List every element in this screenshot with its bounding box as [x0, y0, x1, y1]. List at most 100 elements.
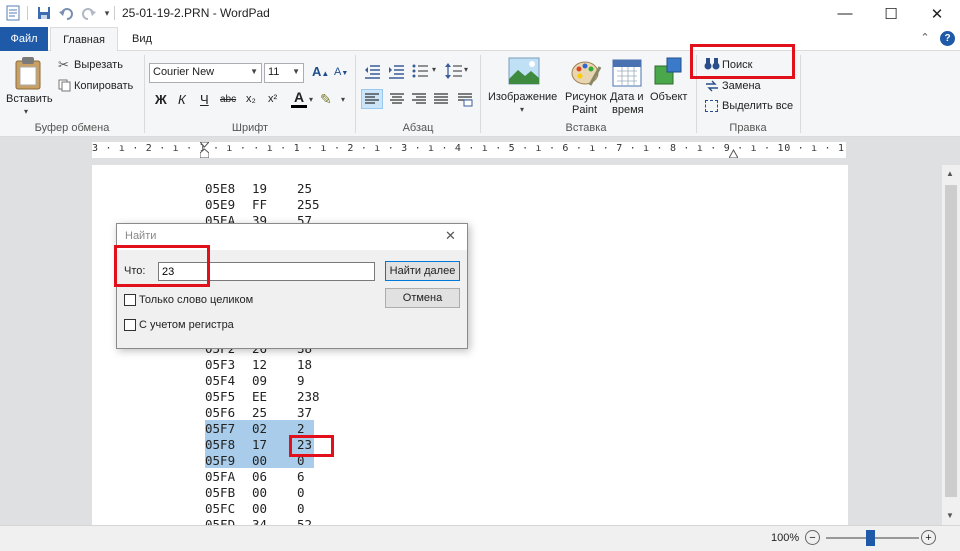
group-separator	[800, 55, 801, 133]
left-indent-marker[interactable]	[199, 142, 210, 158]
redo-icon[interactable]	[79, 5, 97, 21]
cell-addr: 05FA	[205, 469, 236, 484]
cell-dec: 255	[297, 197, 320, 212]
title-bar: ▾ 25-01-19-2.PRN - WordPad — ☐ ✕	[0, 0, 960, 27]
text-line: 05F3 12 18	[92, 357, 848, 373]
object-button[interactable]: Объект	[650, 91, 687, 103]
paragraph-settings-icon[interactable]	[455, 90, 475, 111]
find-next-button[interactable]: Найти далее	[385, 261, 460, 281]
datetime-button-line1[interactable]: Дата и	[610, 91, 644, 103]
highlight-color-icon[interactable]: ✎	[320, 91, 332, 108]
match-case-checkbox[interactable]	[124, 319, 136, 331]
ribbon: Вставить ▾ ✂ Вырезать Копировать Буфер о…	[0, 44, 960, 137]
cancel-button[interactable]: Отмена	[385, 288, 460, 308]
text-line: 05F7 02 2	[92, 421, 848, 437]
cell-dec: 37	[297, 405, 313, 420]
paste-button[interactable]: Вставить	[6, 93, 53, 105]
minimize-button[interactable]: —	[822, 0, 868, 27]
font-group-label: Шрифт	[231, 122, 269, 134]
decrease-indent-icon[interactable]	[364, 63, 382, 82]
text-line: 05FB 00 0	[92, 485, 848, 501]
underline-button[interactable]: Ч	[200, 92, 209, 107]
ruler[interactable]: 3 · ı · 2 · ı · 1 · ı · · ı · 1 · ı · 2 …	[92, 142, 846, 158]
superscript-button[interactable]: x²	[268, 93, 277, 105]
cell-addr: 05F6	[205, 405, 236, 420]
grow-font-icon[interactable]: A▲	[312, 64, 329, 79]
justify-button[interactable]	[431, 90, 451, 111]
image-icon[interactable]	[508, 57, 540, 88]
align-center-button[interactable]	[387, 90, 407, 111]
find-highlight-box	[690, 44, 795, 79]
clipboard-group-label: Буфер обмена	[34, 122, 110, 134]
replace-button[interactable]: Замена	[722, 80, 761, 92]
shrink-font-icon[interactable]: A▼	[334, 66, 348, 78]
paint-button-line2[interactable]: Paint	[572, 104, 597, 116]
maximize-button[interactable]: ☐	[868, 0, 914, 27]
tab-home[interactable]: Главная	[50, 27, 118, 52]
scroll-up-icon[interactable]: ▲	[946, 169, 954, 178]
strikethrough-button[interactable]: abc	[220, 94, 236, 105]
save-icon[interactable]	[35, 5, 53, 21]
paste-icon[interactable]	[12, 55, 44, 91]
chevron-down-icon[interactable]: ▾	[309, 95, 313, 104]
image-button[interactable]: Изображение	[488, 91, 557, 103]
text-color-icon[interactable]: A	[291, 90, 307, 108]
paragraph-group-label: Абзац	[402, 122, 434, 134]
cut-button[interactable]: Вырезать	[74, 59, 123, 71]
tab-view[interactable]: Вид	[122, 27, 162, 51]
close-button[interactable]: ✕	[914, 0, 960, 27]
cell-addr: 05F8	[205, 437, 236, 452]
align-left-button[interactable]	[361, 89, 383, 109]
cell-dec: 238	[297, 389, 320, 404]
datetime-button-line2[interactable]: время	[612, 104, 644, 116]
paint-drawing-icon[interactable]	[570, 57, 602, 90]
find-dialog-title: Найти	[125, 230, 157, 242]
scroll-down-icon[interactable]: ▼	[946, 511, 954, 520]
cell-addr: 05E8	[205, 181, 236, 196]
font-size-combo[interactable]: 11 ▼	[264, 63, 304, 83]
right-indent-marker[interactable]	[728, 148, 739, 158]
wordpad-app-icon[interactable]	[4, 5, 22, 21]
cell-dec: 52	[297, 517, 313, 525]
calendar-icon[interactable]	[612, 57, 642, 90]
collapse-ribbon-icon[interactable]: ⌃	[918, 31, 932, 45]
copy-button[interactable]: Копировать	[74, 80, 133, 92]
font-size-value: 11	[268, 66, 280, 78]
text-line: 05FC 00 0	[92, 501, 848, 517]
cell-addr: 05E9	[205, 197, 236, 212]
cell-hex: 25	[252, 405, 268, 420]
italic-button[interactable]: К	[178, 92, 186, 107]
chevron-down-icon[interactable]: ▾	[464, 65, 468, 74]
find-dialog-close-icon[interactable]: ✕	[445, 228, 456, 244]
object-icon[interactable]	[654, 57, 684, 90]
align-right-button[interactable]	[409, 90, 429, 111]
whole-word-checkbox[interactable]	[124, 294, 136, 306]
tab-file[interactable]: Файл	[0, 27, 48, 51]
title-divider	[27, 6, 28, 20]
line-spacing-icon[interactable]	[445, 63, 463, 82]
status-bar: 100% − +	[0, 525, 960, 551]
ribbon-tab-bar: Файл Главная Вид ⌃ ?	[0, 27, 960, 52]
cell-hex: 00	[252, 453, 268, 468]
font-family-combo[interactable]: Courier New ▼	[149, 63, 262, 83]
paint-button-line1[interactable]: Рисунок	[565, 91, 607, 103]
cell-addr: 05F9	[205, 453, 236, 468]
increase-indent-icon[interactable]	[388, 63, 406, 82]
chevron-down-icon[interactable]: ▾	[520, 105, 524, 114]
zoom-slider-thumb[interactable]	[866, 530, 875, 546]
chevron-down-icon[interactable]: ▾	[341, 95, 345, 104]
help-icon[interactable]: ?	[940, 31, 955, 46]
vertical-scrollbar[interactable]: ▲ ▼	[942, 165, 960, 525]
paste-dropdown-icon[interactable]: ▾	[24, 107, 28, 116]
zoom-in-button[interactable]: +	[921, 530, 936, 545]
zoom-out-button[interactable]: −	[805, 530, 820, 545]
text-line: 05F8 17 23	[92, 437, 848, 453]
bullet-list-icon[interactable]	[412, 63, 430, 82]
text-line: 05E8 19 25	[92, 181, 848, 197]
subscript-button[interactable]: x₂	[246, 93, 256, 105]
scroll-thumb[interactable]	[945, 185, 957, 497]
select-all-button[interactable]: Выделить все	[722, 100, 793, 112]
undo-icon[interactable]	[58, 5, 76, 21]
chevron-down-icon[interactable]: ▾	[432, 65, 436, 74]
bold-button[interactable]: Ж	[155, 92, 167, 107]
